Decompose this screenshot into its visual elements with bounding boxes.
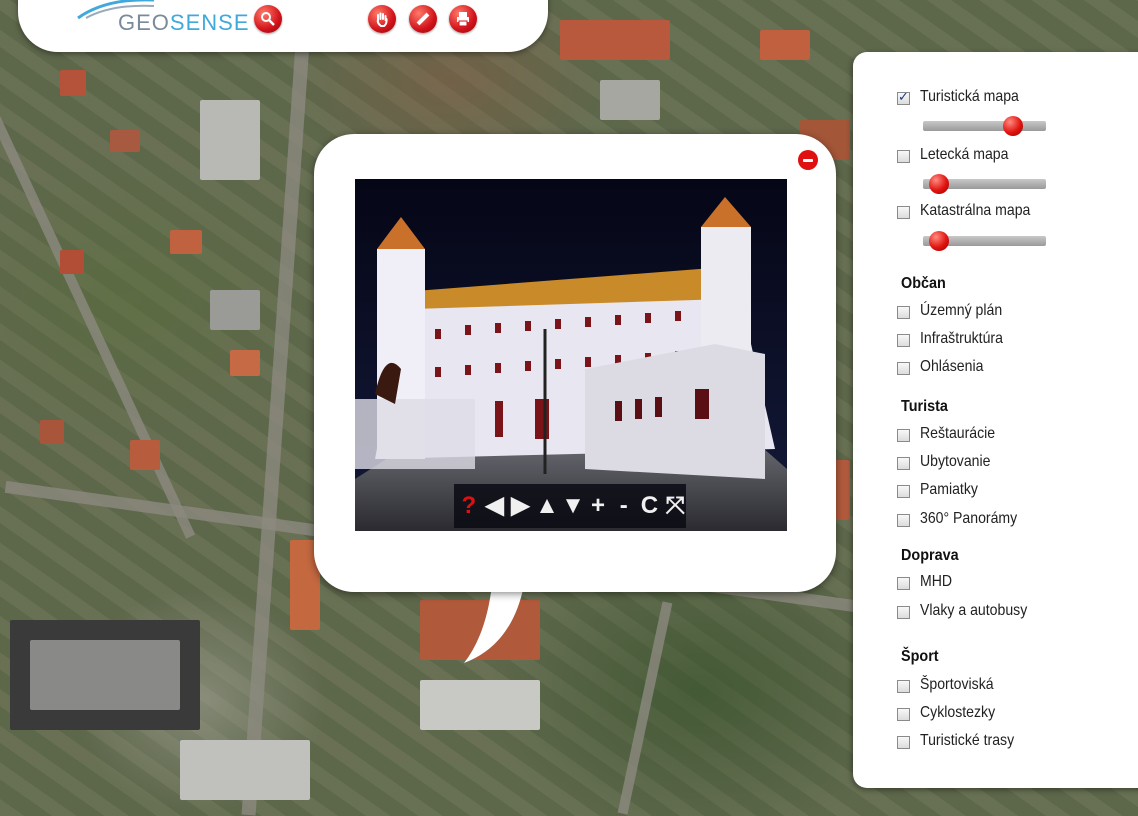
opacity-slider-letecka-mapa[interactable] — [923, 174, 1046, 194]
layer-label-restauracie: Reštaurácie — [920, 425, 996, 442]
layer-label-sportoviska: Športoviská — [920, 676, 994, 693]
fullscreen-icon[interactable]: ⤧ — [664, 494, 686, 518]
castle-image — [355, 179, 787, 531]
checkbox-ubytovanie[interactable] — [897, 457, 910, 470]
layer-label-ohlasenia: Ohlásenia — [920, 358, 984, 375]
app-header: GEOSENSE — [18, 0, 548, 52]
checkbox-mhd[interactable] — [897, 577, 910, 590]
group-title-obcan: Občan — [901, 275, 946, 292]
ruler-icon[interactable] — [409, 5, 437, 33]
opacity-slider-turisticka-mapa[interactable] — [923, 116, 1046, 136]
checkbox-uzemny-plan[interactable] — [897, 306, 910, 319]
opacity-slider-katastralna-mapa[interactable] — [923, 231, 1046, 251]
slider-knob[interactable] — [1003, 116, 1023, 136]
pan-right-icon[interactable]: ▶ — [509, 494, 531, 518]
checkbox-vlaky-a-autobusy[interactable] — [897, 606, 910, 619]
group-title-turista: Turista — [901, 398, 948, 415]
panorama-photo[interactable] — [355, 179, 787, 531]
pan-down-icon[interactable]: ▼ — [561, 494, 585, 518]
checkbox-katastralna-mapa[interactable] — [897, 206, 910, 219]
layer-label-pamiatky: Pamiatky — [920, 481, 978, 498]
pan-up-icon[interactable]: ▲ — [535, 494, 559, 518]
checkbox-ohlasenia[interactable] — [897, 362, 910, 375]
layer-label-uzemny-plan: Územný plán — [920, 302, 1003, 319]
layer-label-katastralna-mapa: Katastrálna mapa — [920, 202, 1031, 219]
layer-label-letecka-mapa: Letecká mapa — [920, 146, 1009, 163]
layer-label-turisticke-trasy: Turistické trasy — [920, 732, 1015, 749]
layer-label-ubytovanie: Ubytovanie — [920, 453, 991, 470]
search-icon[interactable] — [254, 5, 282, 33]
checkbox-restauracie[interactable] — [897, 429, 910, 442]
checkbox-cyklostezky[interactable] — [897, 708, 910, 721]
layer-label-cyklostezky: Cyklostezky — [920, 704, 996, 721]
layer-label-mhd: MHD — [920, 573, 953, 590]
help-icon[interactable]: ? — [458, 494, 480, 518]
logo-geo: GEO — [118, 10, 170, 35]
layer-label-vlaky-a-autobusy: Vlaky a autobusy — [920, 602, 1028, 619]
popup-tail — [464, 585, 524, 663]
group-title-sport: Šport — [901, 648, 939, 665]
layer-label-infrastruktura: Infraštruktúra — [920, 330, 1003, 347]
hand-icon[interactable] — [368, 5, 396, 33]
checkbox-sportoviska[interactable] — [897, 680, 910, 693]
reset-icon[interactable]: C — [639, 494, 661, 518]
zoom-out-icon[interactable]: - — [613, 494, 635, 518]
logo: GEOSENSE — [118, 10, 250, 36]
checkbox-letecka-mapa[interactable] — [897, 150, 910, 163]
checkbox-turisticke-trasy[interactable] — [897, 736, 910, 749]
print-icon[interactable] — [449, 5, 477, 33]
zoom-in-icon[interactable]: + — [587, 494, 609, 518]
checkbox-turisticka-mapa[interactable] — [897, 90, 910, 105]
checkbox-infrastruktura[interactable] — [897, 334, 910, 347]
slider-knob[interactable] — [929, 231, 949, 251]
checkbox-pamiatky[interactable] — [897, 485, 910, 498]
layer-label-turisticka-mapa: Turistická mapa — [920, 88, 1019, 105]
slider-knob[interactable] — [929, 174, 949, 194]
layer-label-panoramy: 360° Panorámy — [920, 510, 1018, 527]
logo-sense: SENSE — [169, 10, 250, 35]
group-title-doprava: Doprava — [901, 547, 959, 564]
close-icon[interactable] — [798, 150, 818, 170]
pan-left-icon[interactable]: ◀ — [484, 494, 506, 518]
panorama-controls: ? ◀ ▶ ▲ ▼ + - C ⤧ — [454, 484, 686, 528]
checkbox-panoramy[interactable] — [897, 514, 910, 527]
